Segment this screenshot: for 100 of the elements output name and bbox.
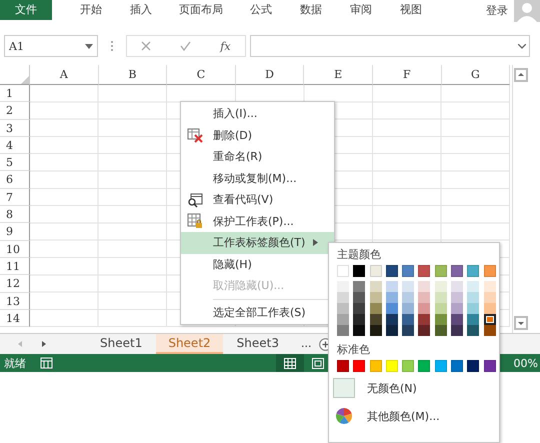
- ribbon-tab[interactable]: 公式: [236, 0, 286, 20]
- column-header[interactable]: C: [167, 65, 236, 85]
- macro-record-icon[interactable]: [40, 357, 53, 369]
- row-header[interactable]: 1: [0, 85, 30, 102]
- color-swatch[interactable]: [402, 303, 414, 314]
- color-swatch[interactable]: [370, 292, 382, 303]
- color-swatch[interactable]: [370, 314, 382, 325]
- menu-item[interactable]: 删除(D): [181, 124, 334, 146]
- color-swatch[interactable]: [434, 281, 447, 292]
- column-header[interactable]: B: [98, 65, 168, 85]
- no-color-option[interactable]: 无颜色(N): [333, 376, 491, 400]
- color-swatch[interactable]: [418, 325, 430, 336]
- row-header[interactable]: 10: [0, 240, 30, 258]
- ribbon-tab[interactable]: 文件: [0, 0, 52, 20]
- color-swatch[interactable]: [451, 292, 464, 303]
- color-swatch[interactable]: [370, 281, 382, 292]
- color-swatch[interactable]: [418, 281, 430, 292]
- row-header[interactable]: 3: [0, 120, 30, 137]
- color-swatch[interactable]: [337, 303, 349, 314]
- sheet-tab[interactable]: Sheet1: [88, 334, 154, 354]
- color-swatch[interactable]: [402, 325, 414, 336]
- color-swatch[interactable]: [484, 292, 496, 303]
- ribbon-tab[interactable]: 插入: [116, 0, 166, 20]
- color-swatch[interactable]: [434, 303, 447, 314]
- cancel-icon[interactable]: [141, 41, 152, 51]
- sheet-tab[interactable]: Sheet3: [224, 334, 291, 354]
- column-header[interactable]: F: [372, 65, 442, 85]
- color-swatch[interactable]: [386, 281, 398, 292]
- normal-view-button[interactable]: [276, 354, 304, 372]
- color-swatch[interactable]: [386, 303, 398, 314]
- menu-item[interactable]: 移动或复制(M)...: [181, 168, 334, 189]
- column-header[interactable]: D: [236, 65, 304, 85]
- menu-item[interactable]: 重命名(R): [181, 146, 334, 168]
- row-header[interactable]: 12: [0, 275, 30, 293]
- color-swatch[interactable]: [353, 281, 366, 292]
- ribbon-tab[interactable]: 页面布局: [166, 0, 236, 20]
- color-swatch[interactable]: [337, 281, 349, 292]
- next-sheet-icon[interactable]: [40, 340, 48, 348]
- color-swatch[interactable]: [434, 292, 447, 303]
- menu-item[interactable]: 查看代码(V): [181, 189, 334, 210]
- color-swatch[interactable]: [484, 325, 496, 336]
- check-icon[interactable]: [180, 41, 192, 51]
- row-header[interactable]: 2: [0, 102, 30, 120]
- color-swatch[interactable]: [434, 325, 447, 336]
- color-swatch[interactable]: [353, 292, 366, 303]
- color-swatch[interactable]: [467, 281, 480, 292]
- color-swatch[interactable]: [337, 325, 349, 336]
- row-header[interactable]: 13: [0, 292, 30, 310]
- ribbon-tab[interactable]: 开始: [66, 0, 116, 20]
- color-swatch[interactable]: [451, 325, 464, 336]
- color-swatch[interactable]: [451, 314, 464, 325]
- ribbon-tab[interactable]: 数据: [286, 0, 336, 20]
- ribbon-tab[interactable]: 审阅: [336, 0, 386, 20]
- row-header[interactable]: 6: [0, 171, 30, 189]
- color-swatch[interactable]: [402, 314, 414, 325]
- menu-item[interactable]: 工作表标签颜色(T): [181, 232, 334, 254]
- color-swatch[interactable]: [386, 292, 398, 303]
- color-swatch[interactable]: [418, 314, 430, 325]
- color-swatch[interactable]: [353, 325, 366, 336]
- row-header[interactable]: 5: [0, 154, 30, 172]
- more-colors-option[interactable]: 其他颜色(M)...: [333, 404, 491, 428]
- column-header[interactable]: A: [30, 65, 99, 85]
- name-box[interactable]: A1: [4, 35, 98, 57]
- color-swatch[interactable]: [467, 314, 480, 325]
- color-swatch[interactable]: [451, 303, 464, 314]
- color-swatch[interactable]: [484, 303, 496, 314]
- previous-sheet-icon[interactable]: [16, 340, 24, 348]
- color-swatch[interactable]: [451, 281, 464, 292]
- color-swatch[interactable]: [434, 314, 447, 325]
- color-swatch[interactable]: [337, 314, 349, 325]
- color-swatch[interactable]: [418, 292, 430, 303]
- menu-item[interactable]: 插入(I)...: [181, 103, 334, 124]
- expand-icon[interactable]: [518, 44, 526, 48]
- row-header[interactable]: 14: [0, 310, 30, 328]
- row-header[interactable]: 9: [0, 223, 30, 241]
- color-swatch[interactable]: [353, 303, 366, 314]
- caret-icon[interactable]: [85, 44, 93, 48]
- formula-input[interactable]: [250, 35, 530, 57]
- sign-in-link[interactable]: 登录: [486, 2, 508, 18]
- column-header[interactable]: E: [304, 65, 373, 85]
- scroll-down-icon[interactable]: [514, 316, 528, 330]
- color-swatch[interactable]: [386, 325, 398, 336]
- row-header[interactable]: 8: [0, 206, 30, 224]
- color-swatch[interactable]: [353, 314, 366, 325]
- color-swatch[interactable]: [386, 314, 398, 325]
- zoom-level[interactable]: 00%: [514, 356, 540, 370]
- insert-function-button[interactable]: fx: [220, 40, 231, 52]
- color-swatch[interactable]: [467, 303, 480, 314]
- color-swatch[interactable]: [418, 303, 430, 314]
- color-swatch[interactable]: [370, 325, 382, 336]
- color-swatch[interactable]: [370, 303, 382, 314]
- color-swatch[interactable]: [467, 292, 480, 303]
- color-swatch[interactable]: [484, 314, 496, 325]
- color-swatch[interactable]: [402, 281, 414, 292]
- menu-item[interactable]: 保护工作表(P)...: [181, 210, 334, 232]
- row-header[interactable]: 11: [0, 258, 30, 276]
- column-header[interactable]: G: [442, 65, 510, 85]
- color-swatch[interactable]: [337, 292, 349, 303]
- ribbon-tab[interactable]: 视图: [386, 0, 436, 20]
- more-sheets-button[interactable]: ...: [300, 334, 312, 354]
